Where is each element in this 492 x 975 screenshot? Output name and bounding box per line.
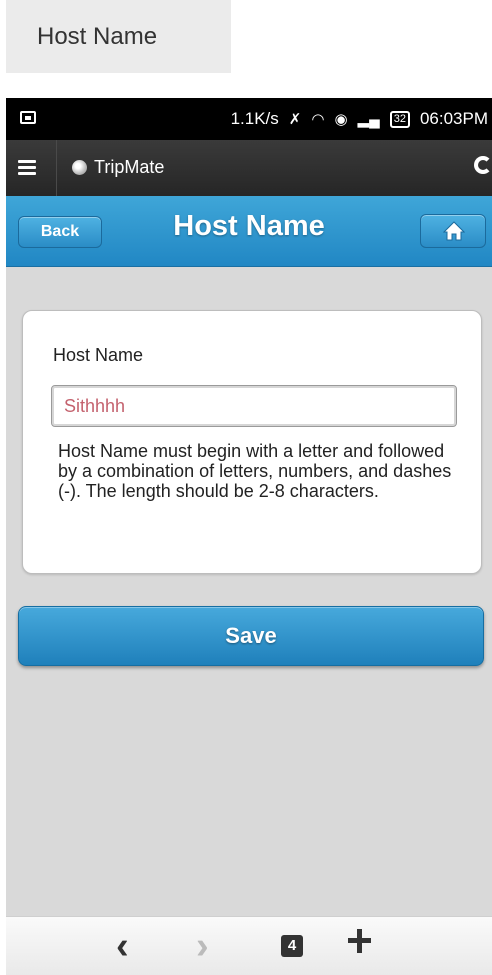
mute-icon: ✗ (288, 111, 302, 128)
home-button[interactable] (420, 214, 486, 248)
home-icon (443, 221, 465, 241)
battery-icon: 32 (389, 110, 410, 128)
status-bar-right: 1.1K/s ✗ ◠ ◉ ▂▄ 32 06:03PM (231, 98, 492, 140)
browser-app-bar: TripMate (6, 140, 492, 196)
tabs-icon[interactable]: 4 (281, 935, 303, 957)
network-speed: 1.1K/s (230, 109, 279, 128)
clock: 06:03PM (419, 109, 488, 128)
caption-box: Host Name (6, 0, 231, 73)
status-bar: 1.1K/s ✗ ◠ ◉ ▂▄ 32 06:03PM (6, 98, 492, 140)
host-name-label: Host Name (53, 345, 144, 365)
refresh-icon[interactable] (474, 156, 492, 174)
host-name-input[interactable] (51, 385, 457, 427)
caption-title: Host Name (37, 22, 158, 50)
bluetooth-icon: ◉ (334, 111, 348, 128)
host-name-card: Host Name Host Name must begin with a le… (22, 310, 482, 574)
menu-icon[interactable] (18, 160, 36, 175)
plus-icon[interactable] (348, 929, 371, 953)
image-icon (20, 111, 36, 124)
phone-screen: 1.1K/s ✗ ◠ ◉ ▂▄ 32 06:03PM TripMate Back… (6, 98, 492, 975)
app-title: TripMate (94, 157, 165, 177)
page-header: Back Host Name (6, 196, 492, 267)
chevron-right-icon[interactable]: › (196, 927, 209, 965)
host-name-hint: Host Name must begin with a letter and f… (58, 441, 452, 501)
save-button[interactable]: Save (18, 606, 484, 666)
app-logo-icon (72, 160, 87, 175)
app-bar-divider (56, 140, 57, 196)
signal-icon: ▂▄ (357, 111, 380, 128)
browser-bottom-bar: ‹ › 4 (6, 916, 492, 975)
chevron-left-icon[interactable]: ‹ (116, 927, 129, 965)
wifi-icon: ◠ (311, 111, 325, 128)
